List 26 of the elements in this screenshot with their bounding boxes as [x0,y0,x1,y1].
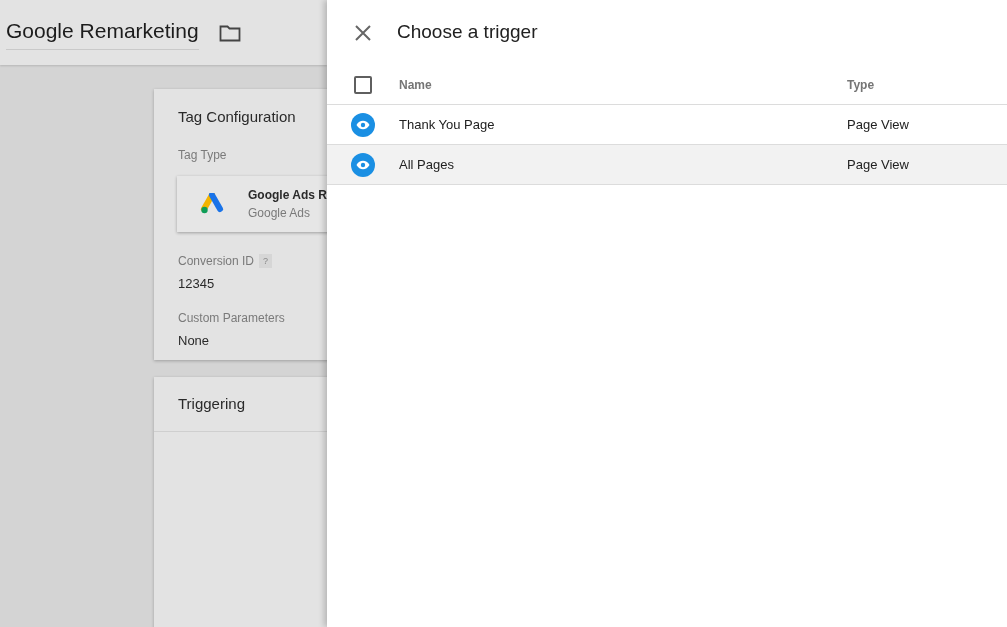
eye-icon [351,112,375,137]
ads-logo-icon [200,192,226,215]
trigger-row[interactable]: Thank You Page Page View [327,105,1007,145]
tag-type-vendor: Google Ads [248,204,312,222]
trigger-row[interactable]: All Pages Page View [327,145,1007,185]
eye-icon [351,152,375,177]
field-label: Tag Type [178,146,228,164]
trigger-type: Page View [847,115,909,134]
tag-type-tile[interactable]: Google Ads R Google Ads [177,175,327,232]
trigger-name: All Pages [399,155,455,174]
column-header: Name [399,76,433,94]
select-all-checkbox[interactable] [354,75,372,94]
folder-icon[interactable] [218,23,241,42]
field-label: Custom Parameters [178,310,285,327]
tag-name-field[interactable]: Google Remarketing [6,15,199,50]
card-title: Tag Configuration [178,107,297,127]
tag-type-name: Google Ads R [248,186,327,204]
field-value: None [178,332,211,350]
column-header: Type [847,76,875,94]
trigger-name: Thank You Page [399,115,496,134]
field-value: 12345 [178,274,216,293]
close-icon[interactable] [354,23,372,42]
trigger-type: Page View [847,155,909,174]
drawer-title: Choose a trigger [397,20,538,45]
field-label: Conversion ID [178,252,255,270]
card-title: Triggering [178,393,245,414]
